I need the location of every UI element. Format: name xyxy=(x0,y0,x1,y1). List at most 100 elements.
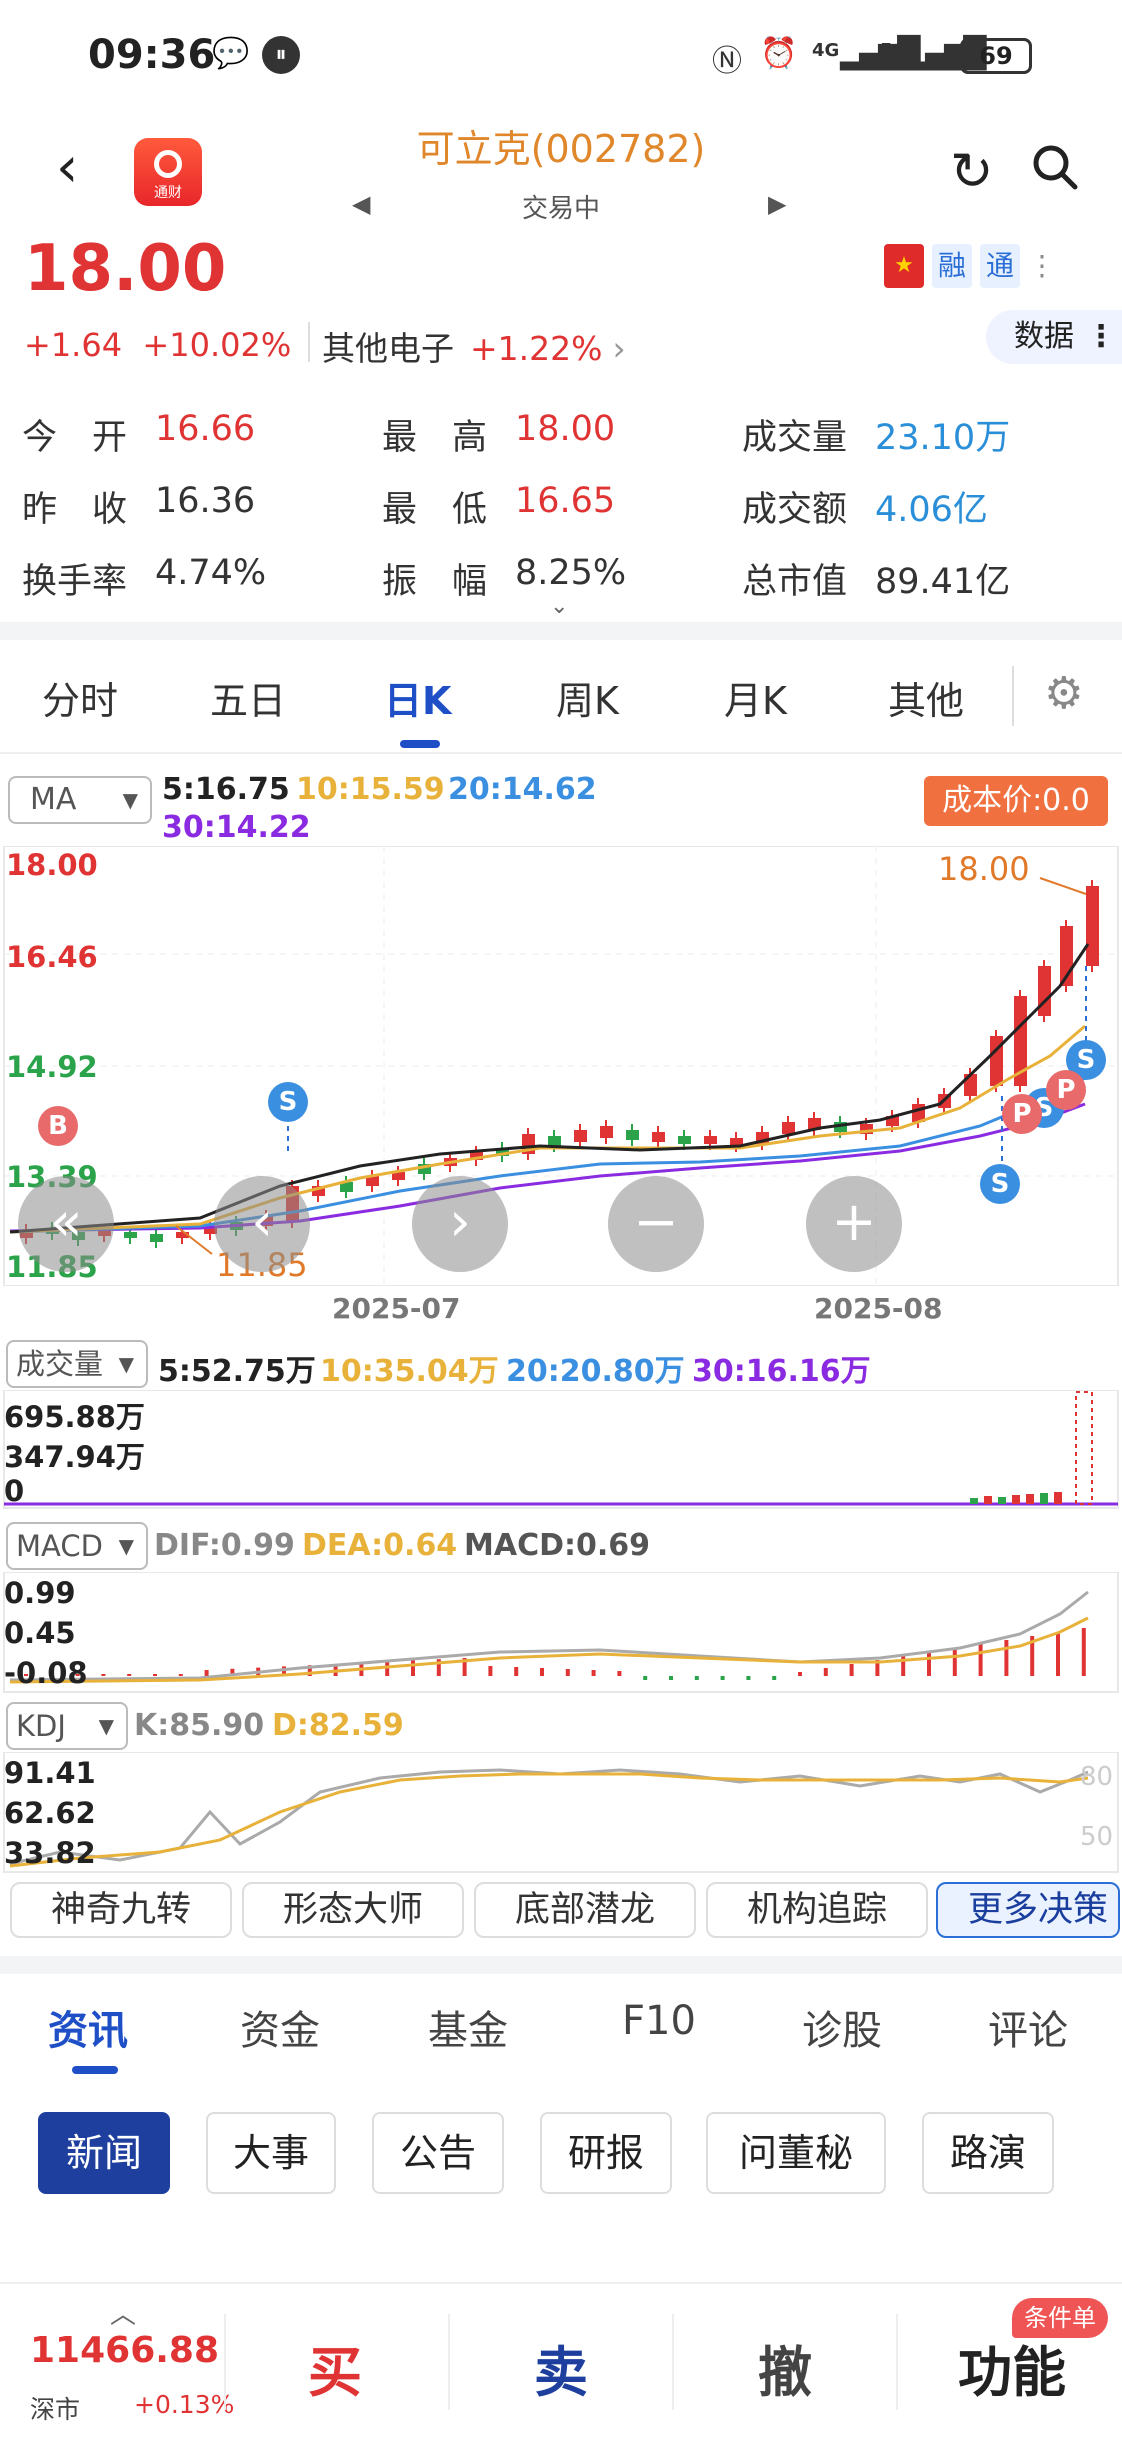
more-icon[interactable]: ⋮ xyxy=(1028,244,1056,294)
macd-bar xyxy=(798,1672,802,1676)
index-change: +0.13% xyxy=(134,2390,235,2419)
tab-fund[interactable]: 基金 xyxy=(428,1998,508,2056)
tab-news-info[interactable]: 资讯 xyxy=(48,1998,128,2056)
quote-cell: 今 开 16.66 xyxy=(22,409,382,460)
chevron-up-icon[interactable]: ︿ xyxy=(110,2294,136,2331)
pill-events[interactable]: 大事 xyxy=(206,2112,336,2194)
cancel-order-button[interactable]: 撤 xyxy=(758,2328,812,2407)
kdj-select[interactable]: KDJ ▼ xyxy=(6,1702,128,1750)
macd-bar xyxy=(617,1671,622,1676)
data-button[interactable]: 数据 ⋮ xyxy=(986,310,1122,364)
kdj-y-tick: 91.41 xyxy=(4,1756,96,1790)
tab-five-day[interactable]: 五日 xyxy=(210,670,286,725)
candle-body xyxy=(1038,966,1051,1016)
scroll-left-button[interactable]: « xyxy=(18,1176,114,1272)
index-name: 深市 xyxy=(30,2395,81,2424)
quote-row: 今 开 16.66 最 高 18.00 成交量 23.10万 xyxy=(22,398,1102,470)
strategy-button[interactable]: 机构追踪 xyxy=(706,1882,928,1938)
tab-other[interactable]: 其他 xyxy=(888,670,964,725)
connect-tag[interactable]: 通 xyxy=(980,244,1020,288)
tab-weekly-k[interactable]: 周K xyxy=(556,670,619,725)
pill-news[interactable]: 新闻 xyxy=(38,2112,170,2194)
pill-ask-secretary[interactable]: 问董秘 xyxy=(706,2112,886,2194)
step-right-button[interactable]: › xyxy=(412,1176,508,1272)
macd-bar xyxy=(720,1676,725,1680)
tab-diagnosis[interactable]: 诊股 xyxy=(802,1998,882,2056)
tab-capital[interactable]: 资金 xyxy=(240,1998,320,2056)
zoom-in-button[interactable]: + xyxy=(806,1176,902,1272)
vol-y-tick: 695.88万 xyxy=(4,1400,145,1434)
volume-chart[interactable] xyxy=(0,1390,1122,1510)
indicator-select[interactable]: MA ▼ xyxy=(8,776,152,824)
macd-bar xyxy=(952,1648,957,1676)
section-gap xyxy=(0,1956,1122,1974)
pill-announcements[interactable]: 公告 xyxy=(372,2112,504,2194)
quote-value: 4.06亿 xyxy=(875,489,988,530)
buy-button[interactable]: 买 xyxy=(308,2328,362,2407)
quote-label: 最 低 xyxy=(382,489,488,530)
kdj-right-tick: 80 xyxy=(1080,1762,1114,1792)
vol-ma30-legend: 30:16.16万 xyxy=(692,1354,871,1389)
quote-cell: 最 低 16.65 xyxy=(382,481,742,532)
more-strategies-button[interactable]: 更多决策 xyxy=(936,1882,1120,1938)
zoom-out-button[interactable]: − xyxy=(608,1176,704,1272)
index-value[interactable]: 11466.88 xyxy=(30,2330,219,2371)
cost-price-button[interactable]: 成本价:0.0 xyxy=(924,776,1108,826)
chevron-down-icon: ▼ xyxy=(118,1534,134,1558)
step-left-button[interactable]: ‹ xyxy=(214,1176,310,1272)
expand-chevron-icon[interactable]: ⌄ xyxy=(550,594,568,619)
sell-marker[interactable]: S xyxy=(980,1164,1020,1204)
pill-research[interactable]: 研报 xyxy=(540,2112,672,2194)
macd-bar xyxy=(204,1670,209,1676)
date-tick: 2025-08 xyxy=(814,1292,943,1325)
macd-y-tick: 0.99 xyxy=(4,1576,76,1610)
quote-cell: 换手率 4.74% xyxy=(22,553,382,604)
condition-order-tag[interactable]: 条件单 xyxy=(1012,2298,1108,2338)
gear-icon[interactable]: ⚙ xyxy=(1044,668,1083,719)
kdj-y-tick: 33.82 xyxy=(4,1836,96,1870)
kline-chart[interactable] xyxy=(0,846,1122,1286)
sector-link[interactable]: 其他电子 +1.22% › xyxy=(322,322,626,370)
macd-bar xyxy=(411,1660,415,1676)
sell-marker[interactable]: S xyxy=(268,1082,308,1122)
high-annotation: 18.00 xyxy=(938,850,1030,888)
volume-select[interactable]: 成交量 ▼ xyxy=(6,1340,148,1388)
tab-daily-k[interactable]: 日K xyxy=(384,670,451,725)
china-flag-icon: ★ xyxy=(884,244,924,288)
tab-f10[interactable]: F10 xyxy=(622,1998,696,2044)
alarm-icon: ⏰ xyxy=(760,36,798,71)
tab-comments[interactable]: 评论 xyxy=(988,1998,1068,2056)
volume-select-value: 成交量 xyxy=(16,1347,104,1381)
sell-button[interactable]: 卖 xyxy=(534,2328,588,2407)
tab-minute[interactable]: 分时 xyxy=(42,670,118,725)
kdj-chart[interactable] xyxy=(0,1752,1122,1874)
ma20-line xyxy=(9,1076,1086,1234)
strategy-button[interactable]: 形态大师 xyxy=(242,1882,464,1938)
p-marker[interactable]: P xyxy=(1002,1094,1042,1134)
buy-marker[interactable]: B xyxy=(38,1106,78,1146)
k-legend: K:85.90 xyxy=(134,1708,265,1743)
tab-monthly-k[interactable]: 月K xyxy=(724,670,787,725)
stock-header: ‹ 通财 可立克(002782) ◀ 交易中 ▶ ↻ xyxy=(0,110,1122,224)
nfc-icon: Ⓝ xyxy=(712,44,742,79)
quote-label: 昨 收 xyxy=(22,489,128,530)
margin-tag[interactable]: 融 xyxy=(932,244,972,288)
strategy-button[interactable]: 神奇九转 xyxy=(10,1882,232,1938)
search-icon[interactable] xyxy=(1030,142,1080,192)
change-percent: +10.02% xyxy=(142,326,292,364)
refresh-icon[interactable]: ↻ xyxy=(950,142,994,202)
current-price: 18.00 xyxy=(24,232,227,306)
strategy-button[interactable]: 底部潜龙 xyxy=(474,1882,696,1938)
sector-name: 其他电子 xyxy=(322,329,454,368)
macd-select[interactable]: MACD ▼ xyxy=(6,1522,148,1570)
quote-grid: 今 开 16.66 最 高 18.00 成交量 23.10万昨 收 16.36 最 低 16.6… xyxy=(22,398,1102,614)
macd-bar xyxy=(565,1669,570,1676)
p-marker[interactable]: P xyxy=(1046,1070,1086,1110)
macd-bar xyxy=(978,1644,983,1676)
next-stock-icon[interactable]: ▶ xyxy=(768,190,786,218)
macd-chart[interactable] xyxy=(0,1572,1122,1694)
pill-roadshow[interactable]: 路演 xyxy=(922,2112,1054,2194)
vol-ma10-legend: 10:35.04万 xyxy=(320,1354,499,1389)
active-tab-indicator xyxy=(72,2066,118,2074)
function-button[interactable]: 功能 xyxy=(958,2328,1066,2407)
